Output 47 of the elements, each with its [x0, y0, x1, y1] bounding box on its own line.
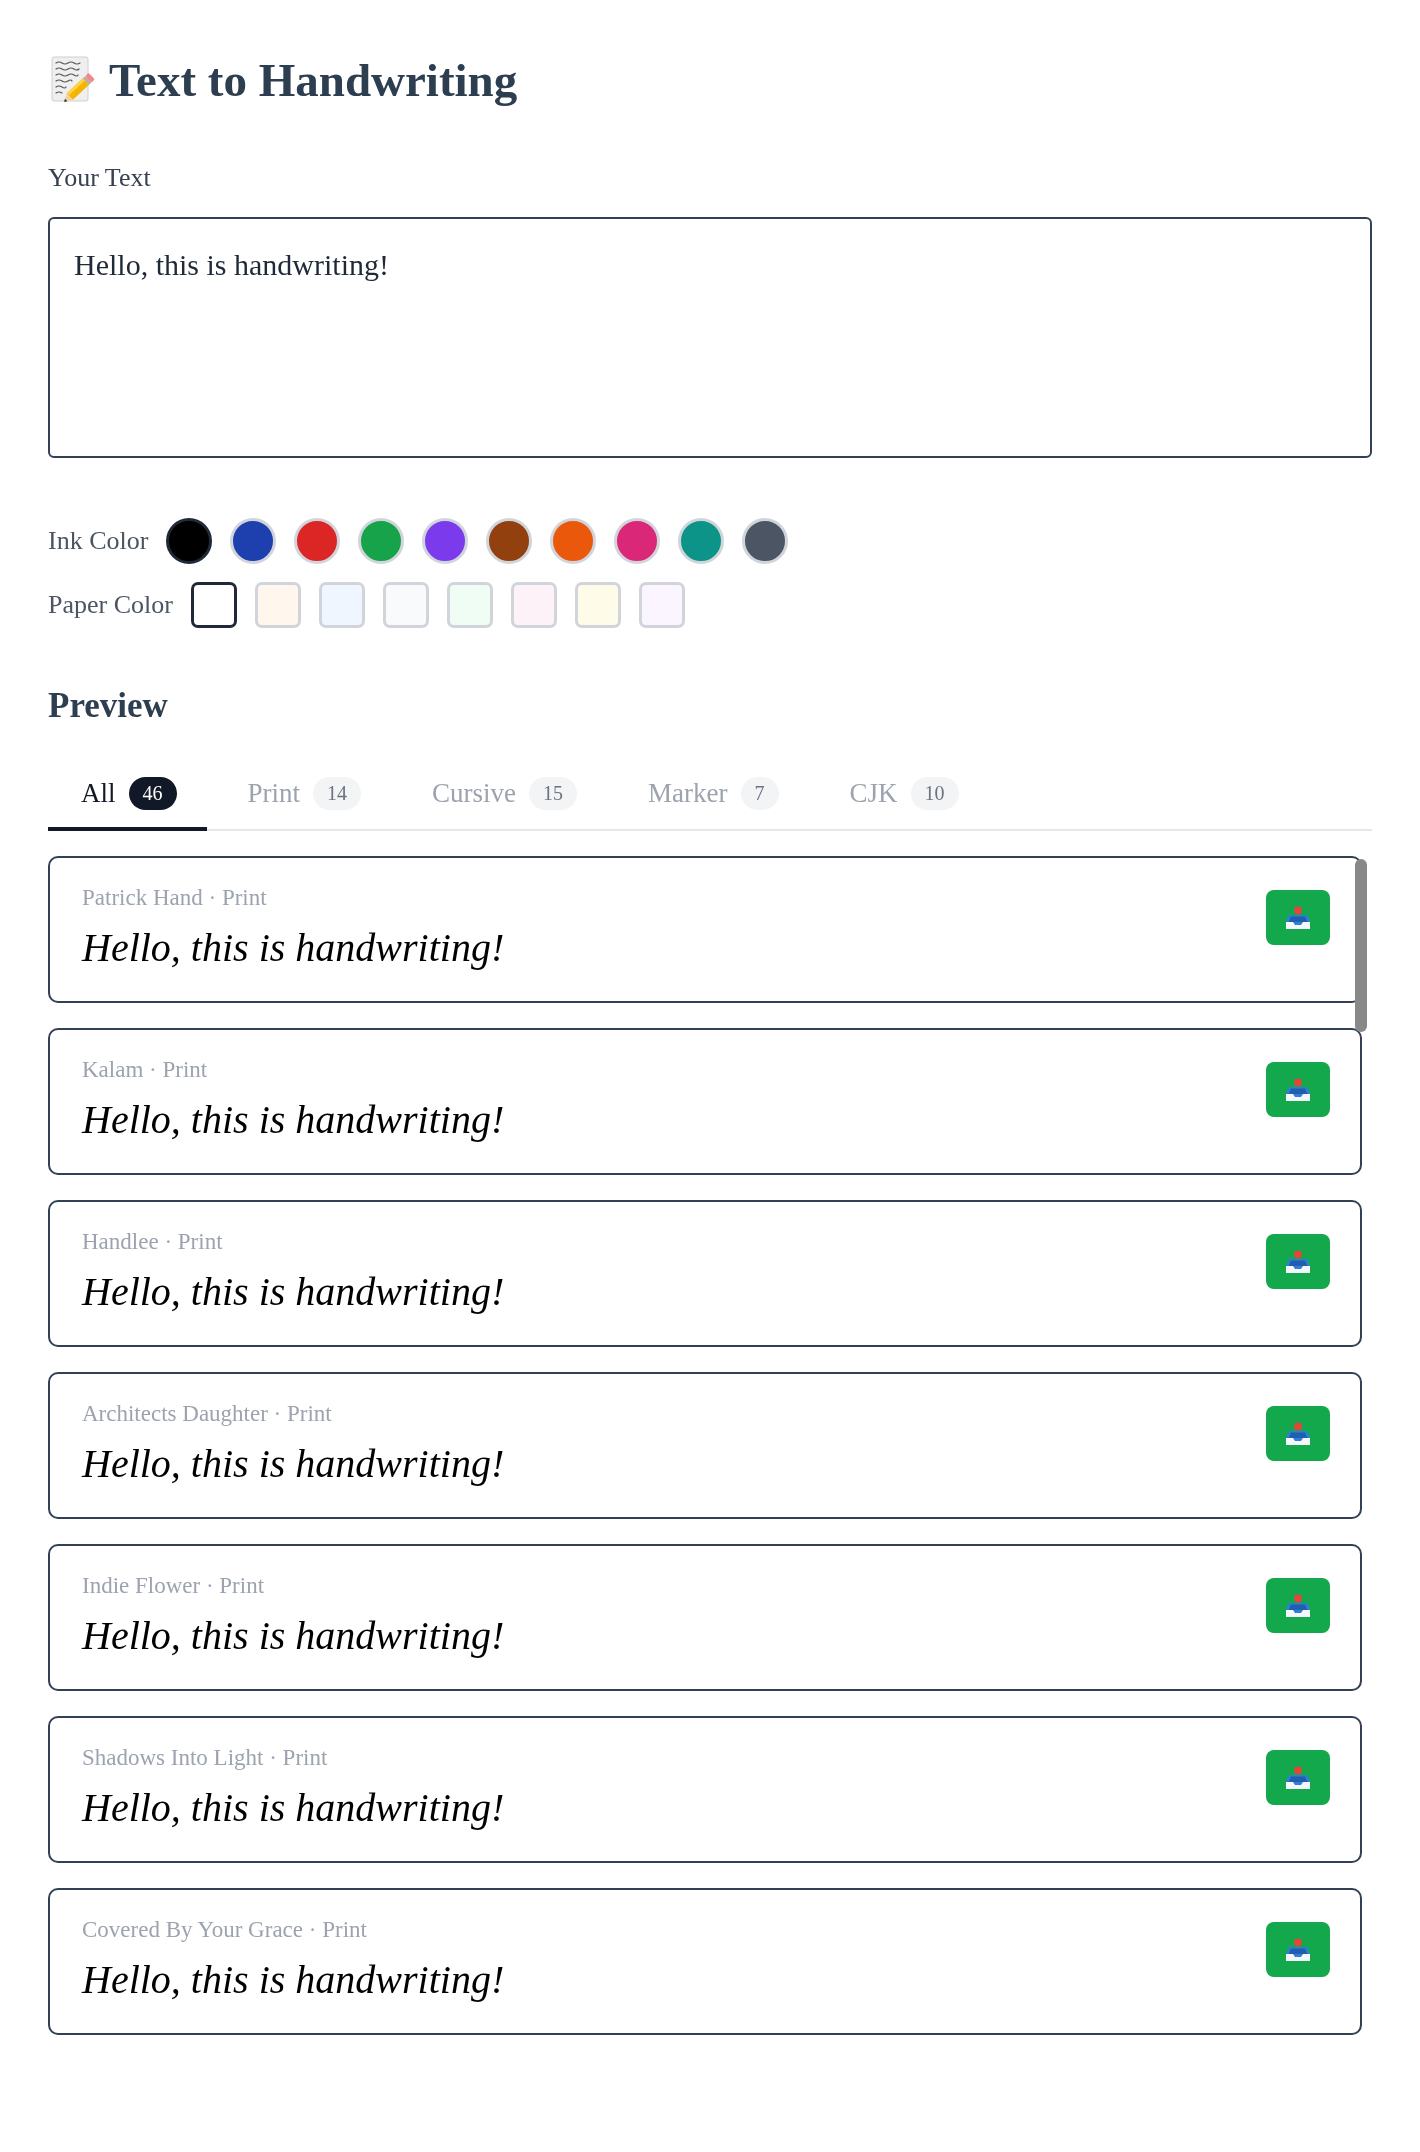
download-button[interactable]	[1266, 890, 1330, 946]
text-input[interactable]: Hello, this is handwriting!	[48, 216, 1372, 458]
tray-icon	[1285, 905, 1311, 930]
filter-tab[interactable]: Print 14	[214, 759, 392, 832]
memo-pencil-icon	[51, 56, 95, 104]
scrollbar-thumb[interactable]	[1355, 859, 1367, 1033]
download-button[interactable]	[1266, 1750, 1330, 1806]
count-badge: 10	[910, 776, 959, 810]
filter-tab[interactable]: Marker 7	[615, 759, 809, 832]
swatch-label: Paper Color	[48, 590, 173, 620]
font-label: Handlee · Print	[82, 1228, 224, 1256]
font-label: Indie Flower · Print	[82, 1572, 266, 1600]
handwriting-sample: Hello, this is handwriting!	[82, 1440, 506, 1489]
handwriting-sample: Hello, this is handwriting!	[82, 1956, 506, 2005]
download-button[interactable]	[1266, 1922, 1330, 1978]
handwriting-sample: Hello, this is handwriting!	[82, 1784, 506, 1833]
font-label: Shadows Into Light · Print	[82, 1744, 329, 1772]
font-label: Kalam · Print	[82, 1056, 209, 1084]
tray-icon	[1285, 1593, 1311, 1618]
count-badge: 7	[740, 776, 779, 810]
download-button[interactable]	[1266, 1406, 1330, 1462]
handwriting-sample: Hello, this is handwriting!	[82, 1096, 506, 1145]
tray-icon	[1285, 1249, 1311, 1274]
tray-icon	[1285, 1937, 1311, 1962]
handwriting-sample: Hello, this is handwriting!	[82, 1612, 506, 1661]
count-badge: 46	[128, 776, 177, 810]
font-label: Covered By Your Grace · Print	[82, 1916, 368, 1944]
tray-icon	[1285, 1077, 1311, 1102]
font-label: Patrick Hand · Print	[82, 884, 268, 912]
filter-tab[interactable]: CJK 10	[816, 759, 989, 832]
paper-swatch-icon[interactable]	[190, 581, 237, 628]
download-button[interactable]	[1266, 1062, 1330, 1118]
handwriting-sample: Hello, this is handwriting!	[82, 1268, 506, 1317]
tray-icon	[1285, 1765, 1311, 1790]
font-label: Architects Daughter · Print	[82, 1400, 333, 1428]
count-badge: 15	[529, 776, 578, 810]
download-button[interactable]	[1266, 1578, 1330, 1634]
swatch-label: Ink Color	[48, 526, 149, 556]
download-button[interactable]	[1266, 1234, 1330, 1290]
field-label: Your Text	[48, 163, 152, 193]
count-badge: 14	[313, 776, 362, 810]
section-heading: Preview	[48, 685, 169, 727]
handwriting-sample: Hello, this is handwriting!	[82, 924, 506, 973]
tray-icon	[1285, 1421, 1311, 1446]
filter-tab[interactable]: All 46	[48, 759, 207, 832]
page-title: Text to Handwriting	[109, 53, 518, 108]
filter-tab[interactable]: Cursive 15	[399, 759, 608, 832]
